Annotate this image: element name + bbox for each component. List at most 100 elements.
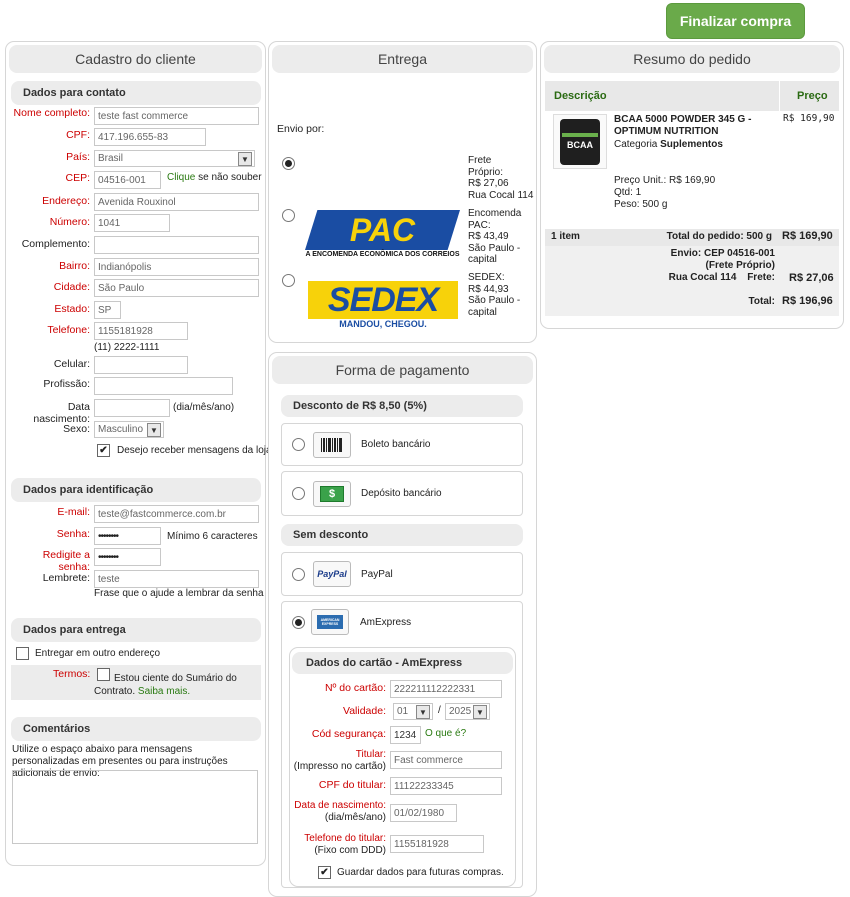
holder-cpf-input[interactable]: 11122233345 (390, 777, 502, 795)
grand-total-value: R$ 196,96 (782, 295, 833, 307)
validity-year-select[interactable]: 2025 ▼ (445, 703, 490, 720)
amex-radio[interactable] (292, 616, 305, 629)
barcode-icon (313, 431, 351, 458)
delivery-data-section-header: Dados para entrega (11, 618, 261, 642)
pac-logo: PAC A ENCOMENDA ECONÔMICA DOS CORREIOS (305, 210, 460, 258)
boleto-option[interactable]: Boleto bancário (281, 423, 523, 466)
frete-label: Frete: (747, 272, 775, 283)
summary-col-divider (779, 81, 780, 111)
holder-birth-sublabel: (dia/mês/ano) (324, 812, 386, 823)
celular-label: Celular: (53, 358, 90, 370)
shipping-pac-price: R$ 43,49 (468, 231, 509, 242)
validity-label: Validade: (342, 705, 386, 717)
lembrete-input[interactable]: teste (94, 570, 259, 588)
sexo-label: Sexo: (63, 423, 90, 435)
celular-input[interactable] (94, 356, 188, 374)
shipping-pac-region: São Paulo - capital (468, 242, 521, 266)
security-code-help-link[interactable]: O que é? (425, 728, 466, 739)
holder-birth-input[interactable]: 01/02/1980 (390, 804, 457, 822)
shipping-own-radio[interactable] (282, 157, 295, 170)
nascimento-input[interactable] (94, 399, 170, 417)
shipping-sedex-price: R$ 44,93 (468, 283, 509, 295)
estado-input[interactable]: SP (94, 301, 121, 319)
holder-cpf-label: CPF do titular: (318, 779, 386, 791)
shipping-sedex-radio[interactable] (282, 274, 295, 287)
quantity: Qtd: 1 (614, 187, 642, 198)
deposito-option[interactable]: $ Depósito bancário (281, 471, 523, 516)
telefone-input[interactable]: 1155181928 (94, 322, 188, 340)
summary-price-header: Preço (797, 90, 828, 102)
cep-lookup-hint: se não souber (198, 172, 262, 183)
profissao-input[interactable] (94, 377, 233, 395)
product-name[interactable]: BCAA 5000 POWDER 345 G - OPTIMUM NUTRITI… (614, 114, 774, 138)
save-card-label: Guardar dados para futuras compras. (337, 867, 504, 878)
paypal-icon: PayPal (313, 561, 351, 587)
lembrete-hint: Frase que o ajude a lembrar da senha (94, 588, 264, 599)
estado-label: Estado: (54, 303, 90, 315)
shipping-pac-radio[interactable] (282, 209, 295, 222)
validity-month-select[interactable]: 01 ▼ (393, 703, 433, 720)
comments-textarea[interactable] (12, 770, 258, 844)
grand-total-label: Total: (748, 296, 775, 307)
cep-input[interactable]: 04516-001 (94, 171, 161, 189)
summary-panel-title: Resumo do pedido (544, 45, 840, 73)
bairro-input[interactable]: Indianópolis (94, 258, 259, 276)
bairro-label: Bairro: (59, 260, 90, 272)
profissao-label: Profissão: (43, 378, 90, 390)
customer-panel-title: Cadastro do cliente (9, 45, 262, 73)
nome-input[interactable]: teste fast commerce (94, 107, 259, 125)
email-input[interactable]: teste@fastcommerce.com.br (94, 505, 259, 523)
deposito-label: Depósito bancário (361, 488, 442, 499)
finalize-purchase-button[interactable]: Finalizar compra (666, 3, 805, 39)
newsletter-label: Desejo receber mensagens da loja (117, 445, 272, 456)
delivery-panel-title: Entrega (272, 45, 533, 73)
complemento-label: Complemento: (21, 238, 90, 250)
terms-label: Termos: (53, 668, 91, 680)
paypal-option[interactable]: PayPal PayPal (281, 552, 523, 596)
cpf-input[interactable]: 417.196.655-83 (94, 128, 206, 146)
shipping-pac-name2: PAC: (468, 219, 491, 231)
endereco-input[interactable]: Avenida Rouxinol (94, 193, 259, 211)
holder-input[interactable]: Fast commerce (390, 751, 502, 769)
save-card-checkbox[interactable]: ✔ (318, 866, 331, 879)
cep-lookup-link[interactable]: Clique (167, 172, 195, 183)
items-count: 1 item (551, 231, 580, 242)
card-number-input[interactable]: 222211112222331 (390, 680, 502, 698)
category-label: Categoria (614, 139, 658, 150)
paypal-label: PayPal (361, 568, 393, 580)
deposito-radio[interactable] (292, 487, 305, 500)
amex-label: AmExpress (360, 617, 412, 628)
security-code-input[interactable]: 1234 (390, 726, 421, 744)
other-address-checkbox[interactable] (16, 647, 29, 660)
newsletter-checkbox[interactable]: ✔ (97, 444, 110, 457)
holder-phone-input[interactable]: 1155181928 (390, 835, 484, 853)
shipping-address: Rua Cocal 114 (668, 272, 737, 283)
numero-input[interactable]: 1041 (94, 214, 170, 232)
holder-phone-sublabel: (Fixo com DDD) (314, 845, 386, 856)
pais-select[interactable]: Brasil ▼ (94, 150, 255, 167)
holder-birth-label: Data de nascimento: (294, 800, 386, 811)
paypal-radio[interactable] (292, 567, 305, 581)
numero-label: Número: (49, 216, 90, 228)
validity-year-value: 2025 (449, 706, 472, 717)
shipping-own-price: R$ 27,06 (468, 178, 509, 189)
sedex-logo: SEDEX MANDOU, CHEGOU. (308, 281, 458, 331)
frete-value: R$ 27,06 (789, 272, 834, 284)
chevron-down-icon: ▼ (416, 705, 430, 719)
validity-month-value: 01 (397, 706, 409, 717)
complemento-input[interactable] (94, 236, 259, 254)
redigite-senha-input[interactable]: •••••••• (94, 548, 161, 566)
chevron-down-icon: ▼ (147, 423, 161, 437)
telefone-label: Telefone: (47, 324, 90, 336)
nascimento-label: Data nascimento: (33, 401, 90, 425)
senha-input[interactable]: •••••••• (94, 527, 161, 545)
cidade-input[interactable]: São Paulo (94, 279, 259, 297)
boleto-radio[interactable] (292, 438, 305, 451)
shipping-pac-name1: Encomenda (468, 208, 522, 219)
terms-more-link[interactable]: Saiba mais. (138, 686, 190, 697)
cep-label: CEP: (65, 172, 90, 184)
sexo-select[interactable]: Masculino ▼ (94, 421, 164, 438)
shipping-own-name1: Frete (468, 155, 492, 166)
pais-value: Brasil (98, 153, 124, 164)
card-number-label: Nº do cartão: (324, 682, 386, 694)
